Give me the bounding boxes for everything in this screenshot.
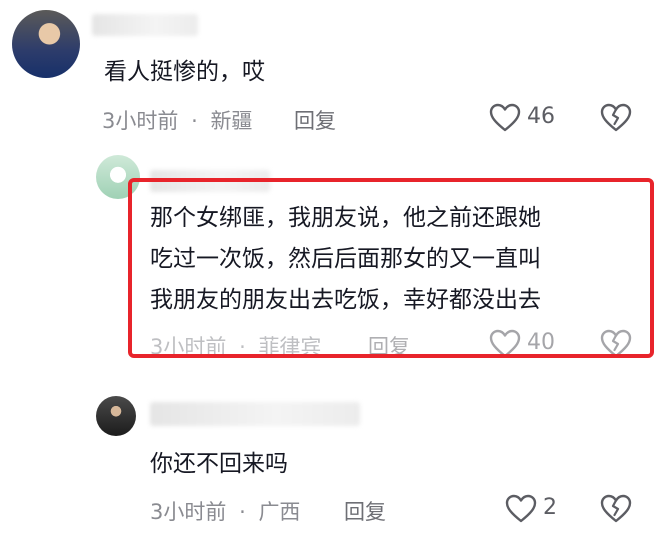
reply-button[interactable]: 回复 [344,496,386,526]
comment-meta: 3小时前 · 广西 [150,496,300,526]
comment-time: 3小时前 [150,500,227,524]
comment-meta: 3小时前 · 新疆 [102,105,252,135]
avatar[interactable] [96,396,136,436]
like-count: 2 [543,495,557,520]
reply-button[interactable]: 回复 [294,105,336,135]
broken-heart-icon[interactable] [600,103,632,133]
meta-separator: · [191,109,198,133]
highlight-frame [128,178,654,358]
heart-outline-icon[interactable] [489,103,521,133]
comment-text: 看人挺惨的，哎 [104,59,265,85]
username-redacted[interactable] [92,14,198,36]
comment-location: 新疆 [210,109,253,133]
username-redacted[interactable] [150,402,360,426]
like-count: 46 [527,104,555,129]
meta-separator: · [239,500,246,524]
heart-outline-icon[interactable] [505,494,537,524]
avatar[interactable] [12,10,80,78]
comment-location: 广西 [258,500,301,524]
comment-text: 你还不回来吗 [150,451,288,477]
comment-time: 3小时前 [102,109,179,133]
broken-heart-icon[interactable] [600,494,632,524]
